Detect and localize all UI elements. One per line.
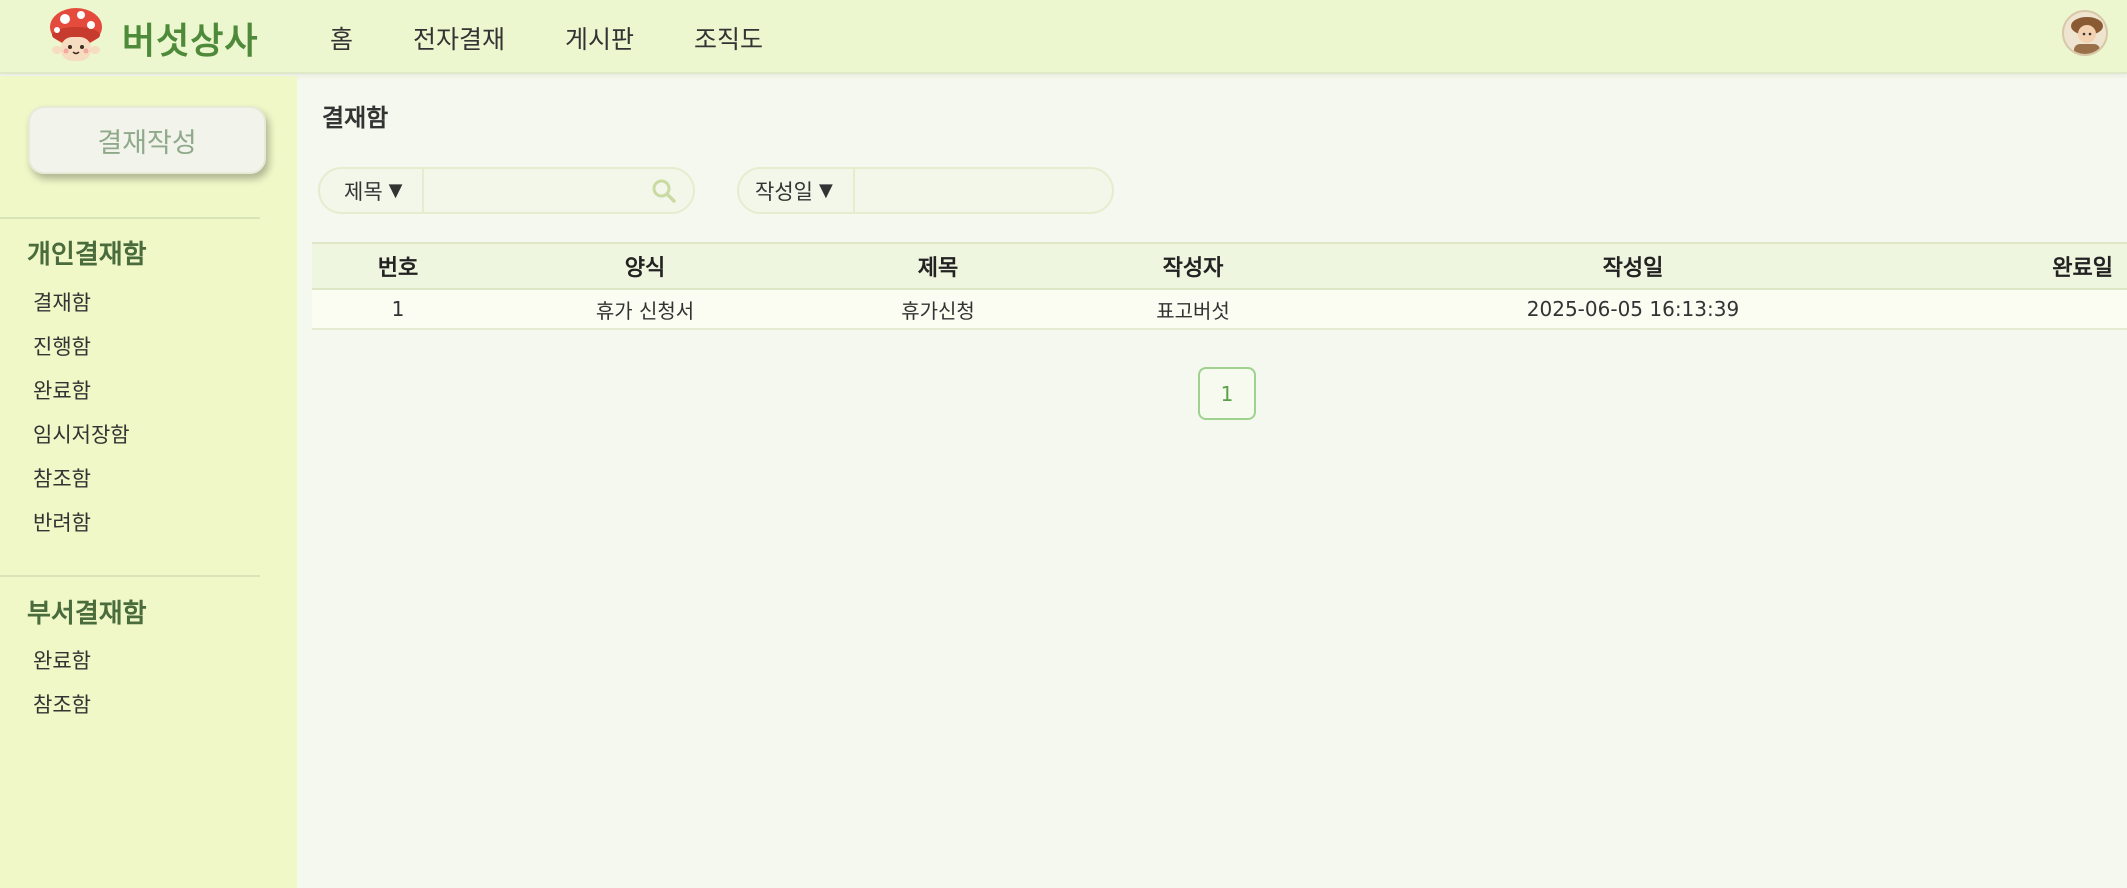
sidebar-item-dept-reference[interactable]: 참조함 (33, 689, 91, 719)
sidebar-divider (0, 575, 260, 577)
table-header-row: 번호 양식 제목 작성자 작성일 완료일 (312, 242, 2127, 290)
search-field-label: 제목 (344, 179, 383, 204)
mushroom-logo-icon[interactable] (47, 5, 105, 67)
dropdown-arrow-icon: ▼ (818, 180, 833, 201)
column-header-created[interactable]: 작성일 (1316, 250, 1950, 282)
sidebar-item-in-progress[interactable]: 진행함 (33, 331, 91, 361)
date-search-input[interactable] (854, 169, 1148, 212)
sidebar-item-dept-completed[interactable]: 완료함 (33, 645, 91, 675)
date-field-select[interactable]: 작성일 ▼ (739, 169, 855, 212)
column-header-author[interactable]: 작성자 (1070, 250, 1316, 282)
brand-title[interactable]: 버섯상사 (122, 12, 258, 64)
column-header-number[interactable]: 번호 (312, 250, 484, 282)
top-nav: 홈 전자결재 게시판 조직도 (330, 20, 823, 56)
date-field-label: 작성일 (755, 179, 813, 204)
dept-approval-title: 부서결재함 (27, 599, 147, 629)
nav-item-home[interactable]: 홈 (330, 20, 353, 56)
column-header-title[interactable]: 제목 (806, 250, 1070, 282)
cell-form: 휴가 신청서 (595, 298, 695, 323)
cell-title[interactable]: 휴가신청 (806, 295, 1070, 324)
dropdown-arrow-icon: ▼ (388, 180, 403, 201)
user-avatar-icon[interactable] (2062, 10, 2108, 56)
sidebar: 결재작성 개인결재함 결재함 진행함 완료함 임시저장함 참조함 반려함 부서결… (0, 76, 297, 888)
sidebar-divider (0, 217, 260, 219)
search-field-select[interactable]: 제목 ▼ (320, 169, 425, 212)
sidebar-item-reference[interactable]: 참조함 (33, 463, 91, 493)
sidebar-item-drafts[interactable]: 임시저장함 (33, 419, 130, 449)
search-icon[interactable] (651, 178, 677, 204)
page-title: 결재함 (322, 104, 389, 132)
nav-item-org-chart[interactable]: 조직도 (694, 20, 763, 56)
table-row[interactable]: 1 휴가 신청서 휴가신청 표고버섯 2025-06-05 16:13:39 (312, 290, 2127, 330)
date-search-box: 작성일 ▼ (737, 167, 1148, 214)
sidebar-item-inbox[interactable]: 결재함 (33, 287, 91, 317)
sidebar-item-rejected[interactable]: 반려함 (33, 507, 91, 537)
pagination-page-button[interactable]: 1 (1198, 367, 1256, 420)
top-header: 버섯상사 홈 전자결재 게시판 조직도 (0, 0, 2127, 74)
nav-item-board[interactable]: 게시판 (565, 20, 634, 56)
title-search-box: 제목 ▼ (318, 167, 718, 214)
cell-number: 1 (391, 297, 405, 321)
column-header-form[interactable]: 양식 (484, 250, 806, 282)
personal-approval-title: 개인결재함 (27, 240, 147, 270)
approval-table: 번호 양식 제목 작성자 작성일 완료일 1 휴가 신청서 휴가신청 표고버섯 … (312, 242, 2127, 330)
cell-created: 2025-06-05 16:13:39 (1526, 297, 1740, 321)
nav-item-approval[interactable]: 전자결재 (413, 20, 505, 56)
write-approval-button[interactable]: 결재작성 (28, 106, 266, 174)
sidebar-item-completed[interactable]: 완료함 (33, 375, 91, 405)
column-header-completed[interactable]: 완료일 (1950, 250, 2127, 282)
cell-author: 표고버섯 (1156, 298, 1230, 323)
